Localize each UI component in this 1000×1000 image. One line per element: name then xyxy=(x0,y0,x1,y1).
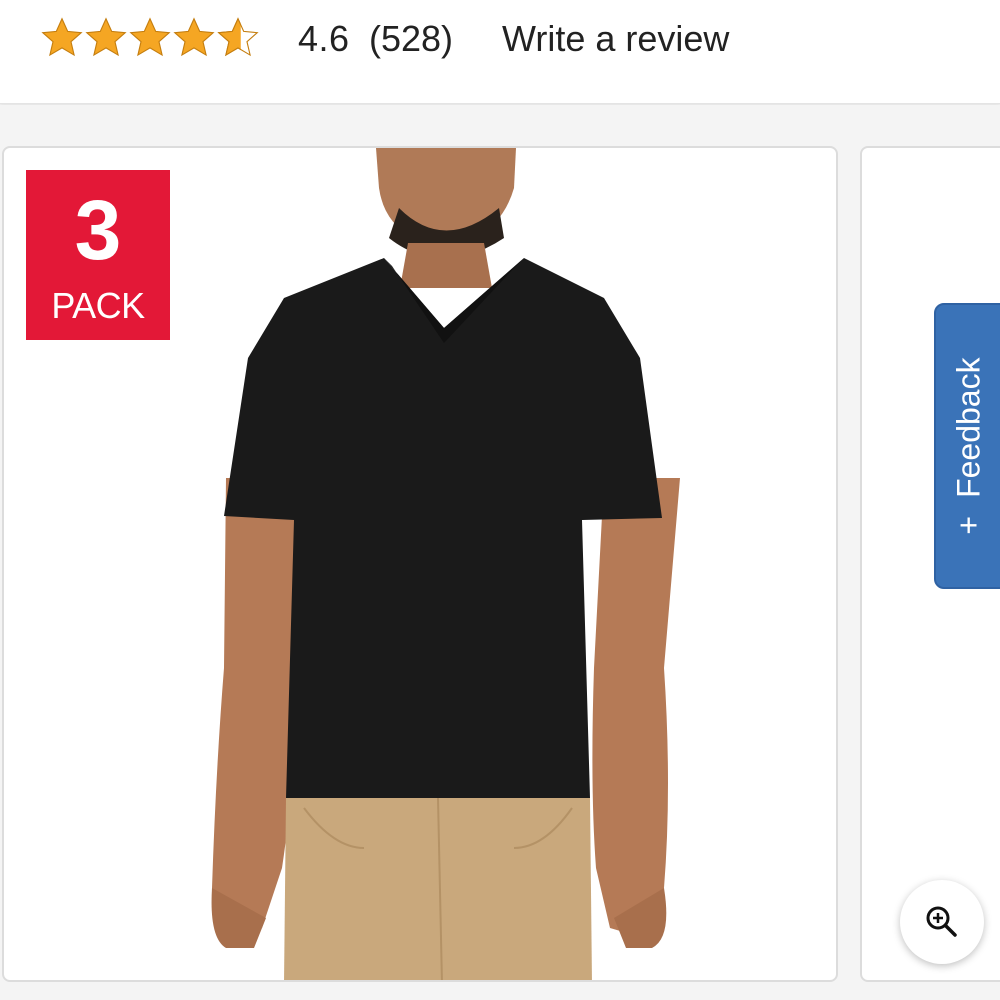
plus-icon: + xyxy=(950,515,987,535)
star-icon xyxy=(85,17,127,57)
zoom-in-icon xyxy=(926,906,957,937)
half-star-icon xyxy=(217,17,259,57)
pack-number: 3 xyxy=(74,183,122,277)
zoom-button[interactable] xyxy=(900,880,984,964)
main-product-image[interactable]: 3 PACK xyxy=(2,146,838,982)
star-icon xyxy=(129,17,171,57)
star-rating[interactable] xyxy=(40,16,260,60)
feedback-label: + Feedback xyxy=(951,357,988,534)
feedback-tab[interactable]: + Feedback xyxy=(934,303,1000,589)
star-icon xyxy=(41,17,83,57)
pack-badge: 3 PACK xyxy=(26,170,170,340)
rating-bar: 4.6 (528) Write a review xyxy=(0,0,1000,104)
pack-label: PACK xyxy=(51,285,145,326)
rating-value: 4.6 xyxy=(298,18,350,59)
review-count[interactable]: (528) xyxy=(369,18,453,60)
write-review-link[interactable]: Write a review xyxy=(502,18,729,60)
star-icon xyxy=(173,17,215,57)
feedback-text: Feedback xyxy=(950,357,987,498)
